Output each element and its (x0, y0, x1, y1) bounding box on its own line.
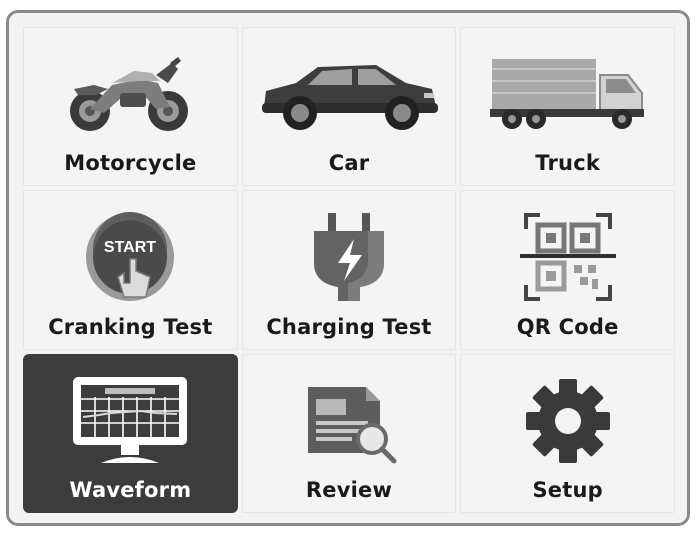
menu-tile-charging-test[interactable]: Charging Test (241, 190, 457, 350)
menu-tile-qr-code[interactable]: QR Code (460, 190, 675, 350)
device-screen-frame: Motorcycle Car Truck START Cranking Test… (6, 10, 690, 526)
menu-tile-car[interactable]: Car (241, 27, 457, 187)
qr-code-icon (461, 201, 674, 313)
menu-tile-cranking-test[interactable]: START Cranking Test (23, 190, 238, 350)
tile-label-waveform: Waveform (69, 477, 192, 502)
tile-label-truck: Truck (535, 151, 601, 176)
plug-lightning-icon (243, 201, 456, 313)
menu-tile-waveform[interactable]: Waveform (23, 353, 238, 513)
menu-tile-setup[interactable]: Setup (460, 353, 675, 513)
document-magnifier-icon (243, 365, 456, 477)
car-icon (243, 38, 456, 150)
menu-tile-truck[interactable]: Truck (460, 27, 675, 187)
tile-label-motorcycle: Motorcycle (64, 151, 197, 176)
truck-icon (461, 38, 674, 150)
main-menu-grid: Motorcycle Car Truck START Cranking Test… (23, 27, 675, 513)
menu-tile-motorcycle[interactable]: Motorcycle (23, 27, 238, 187)
monitor-waveform-icon (24, 365, 237, 477)
menu-tile-review[interactable]: Review (241, 353, 457, 513)
tile-label-review: Review (305, 477, 393, 502)
motorcycle-icon (24, 38, 237, 150)
start-label: START (104, 239, 156, 256)
gear-icon (461, 365, 674, 477)
tile-label-car: Car (328, 151, 370, 176)
tile-label-cranking-test: Cranking Test (48, 314, 213, 339)
tile-label-qr-code: QR Code (516, 314, 619, 339)
tile-label-charging-test: Charging Test (266, 314, 432, 339)
start-button-icon: START (24, 201, 237, 313)
tile-label-setup: Setup (532, 477, 603, 502)
